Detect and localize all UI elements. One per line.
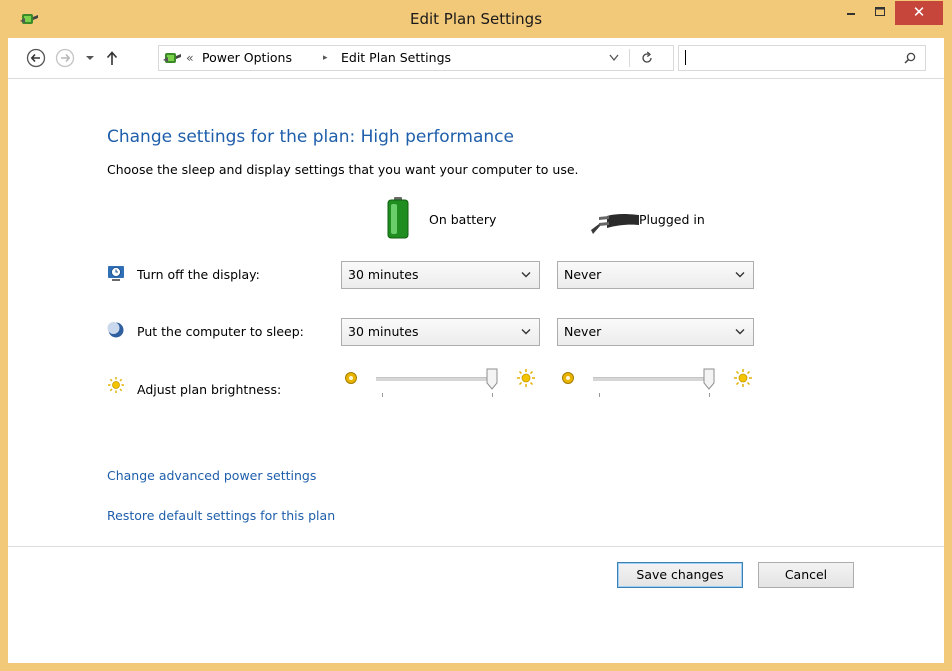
slider-tick [709, 393, 710, 397]
text-caret [685, 50, 686, 65]
chevron-down-icon [735, 272, 745, 278]
navigation-bar: « Power Options ▸ Edit Plan Settings [8, 38, 944, 79]
address-divider [629, 49, 630, 67]
recent-locations-chevron-icon[interactable] [84, 48, 96, 68]
slider-tick [599, 393, 600, 397]
select-value: Never [564, 267, 602, 282]
brightness-on-battery-thumb[interactable] [486, 368, 498, 390]
brightness-plugged-in-thumb[interactable] [703, 368, 715, 390]
save-changes-button[interactable]: Save changes [617, 562, 743, 588]
window-title: Edit Plan Settings [409, 10, 543, 28]
footer-divider [8, 546, 944, 547]
breadcrumb-item-power-options[interactable]: Power Options [202, 46, 292, 70]
breadcrumb-item-edit-plan-settings[interactable]: Edit Plan Settings [341, 46, 451, 70]
brightness-sun-icon [108, 377, 124, 393]
power-options-icon [163, 53, 181, 63]
dim-brightness-icon [345, 372, 357, 384]
display-on-battery-select[interactable]: 30 minutes [341, 261, 540, 289]
brightness-label: Adjust plan brightness: [137, 382, 282, 397]
app-window: Edit Plan Settings ✕ « Power Options ▸ E… [0, 0, 952, 671]
slider-tick [492, 393, 493, 397]
maximize-button[interactable] [867, 1, 893, 25]
sleep-label: Put the computer to sleep: [137, 324, 304, 339]
address-bar[interactable]: « Power Options ▸ Edit Plan Settings [158, 45, 674, 71]
sleep-plugged-in-select[interactable]: Never [557, 318, 754, 346]
select-value: 30 minutes [348, 324, 419, 339]
battery-icon [387, 197, 409, 239]
maximize-icon [875, 7, 885, 16]
restore-defaults-link[interactable]: Restore default settings for this plan [107, 508, 335, 523]
back-icon[interactable] [26, 48, 46, 68]
display-timer-icon [108, 266, 124, 281]
sleep-moon-icon [107, 322, 124, 338]
breadcrumb-separator-icon[interactable]: ▸ [323, 46, 328, 70]
bright-brightness-icon [517, 369, 535, 387]
turn-off-display-label: Turn off the display: [137, 267, 260, 282]
select-value: 30 minutes [348, 267, 419, 282]
dim-brightness-icon [562, 372, 574, 384]
display-plugged-in-select[interactable]: Never [557, 261, 754, 289]
chevron-down-icon [521, 329, 531, 335]
chevron-down-icon [521, 272, 531, 278]
up-arrow-icon[interactable] [104, 48, 120, 68]
search-icon[interactable] [903, 51, 917, 65]
breadcrumb-overflow[interactable]: « [186, 46, 194, 70]
page-title: Change settings for the plan: High perfo… [107, 127, 514, 147]
column-header-on-battery: On battery [429, 212, 497, 227]
minimize-button[interactable] [838, 1, 864, 25]
forward-icon[interactable] [55, 48, 75, 68]
client-area: « Power Options ▸ Edit Plan Settings Cha… [8, 38, 944, 663]
close-button[interactable]: ✕ [895, 1, 943, 25]
bright-brightness-icon [734, 369, 752, 387]
power-plug-icon [591, 214, 639, 234]
chevron-down-icon [735, 329, 745, 335]
brightness-plugged-in-track[interactable] [593, 377, 709, 381]
cancel-button[interactable]: Cancel [758, 562, 854, 588]
sleep-on-battery-select[interactable]: 30 minutes [341, 318, 540, 346]
page-description: Choose the sleep and display settings th… [107, 162, 579, 177]
title-bar[interactable]: Edit Plan Settings ✕ [0, 0, 952, 38]
minimize-icon [847, 13, 855, 15]
select-value: Never [564, 324, 602, 339]
close-icon: ✕ [912, 3, 926, 21]
column-header-plugged-in: Plugged in [639, 212, 705, 227]
brightness-on-battery-track[interactable] [376, 377, 492, 381]
address-dropdown-chevron-icon[interactable] [609, 54, 619, 62]
slider-tick [382, 393, 383, 397]
refresh-icon[interactable] [639, 50, 655, 66]
search-input[interactable] [678, 45, 926, 71]
advanced-power-settings-link[interactable]: Change advanced power settings [107, 468, 316, 483]
